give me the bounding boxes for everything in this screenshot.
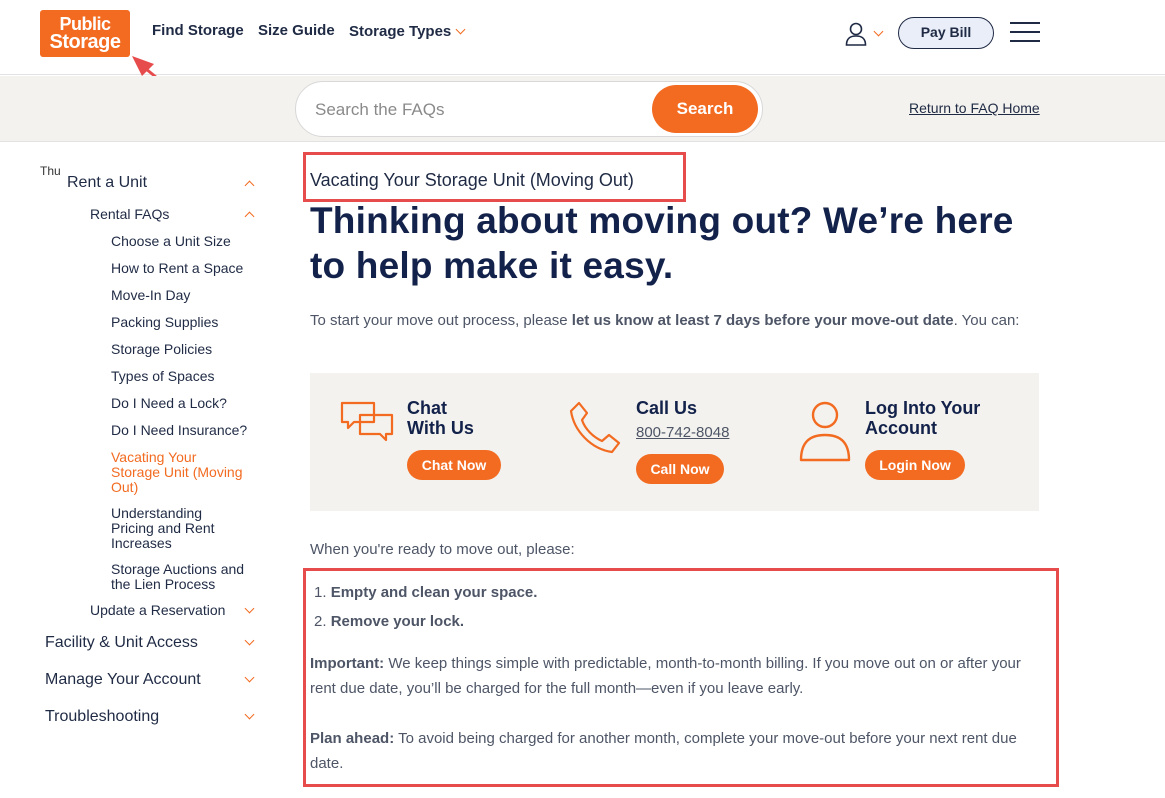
chevron-up-icon[interactable] xyxy=(244,211,255,222)
intro-start: To start your move out process, please xyxy=(310,312,572,329)
sidebar-item-choose-unit-size[interactable]: Choose a Unit Size xyxy=(111,234,231,248)
call-title: Call Us xyxy=(636,398,698,418)
user-profile-icon xyxy=(799,401,851,462)
important-paragraph: Important: We keep things simple with pr… xyxy=(310,651,1050,701)
sidebar-troubleshooting[interactable]: Troubleshooting xyxy=(45,709,159,725)
account-chevron-down-icon[interactable] xyxy=(873,26,884,37)
important-label: Important: xyxy=(310,655,385,672)
step-2: 2. Remove your lock. xyxy=(314,613,464,630)
chevron-up-icon[interactable] xyxy=(244,180,255,191)
logo-line-2: Storage xyxy=(49,31,121,53)
step-1-text: Empty and clean your space. xyxy=(330,584,538,601)
ready-to-move-text: When you're ready to move out, please: xyxy=(310,541,575,558)
sidebar-item-pricing-line: Increases xyxy=(111,535,172,551)
step-2-text: Remove your lock. xyxy=(330,613,465,630)
user-account-icon[interactable] xyxy=(845,22,867,46)
chevron-down-icon[interactable] xyxy=(244,709,255,720)
chevron-down-icon[interactable] xyxy=(244,603,255,614)
intro-end: . You can: xyxy=(953,312,1020,329)
plan-ahead-text: To avoid being charged for another month… xyxy=(310,730,1017,772)
chevron-down-icon[interactable] xyxy=(244,672,255,683)
sidebar-item-vacating-line: Vacating Your xyxy=(111,449,197,465)
chat-bubbles-icon xyxy=(340,401,394,442)
login-now-button[interactable]: Login Now xyxy=(865,450,965,480)
sidebar-rental-faqs[interactable]: Rental FAQs xyxy=(90,207,169,221)
sidebar-item-how-to-rent[interactable]: How to Rent a Space xyxy=(111,261,243,275)
contact-options-panel: Chat With Us Chat Now Call Us 800-742-80… xyxy=(310,373,1039,511)
step-2-number: 2. xyxy=(314,613,327,630)
pay-bill-button[interactable]: Pay Bill xyxy=(898,17,994,49)
sidebar-item-packing-supplies[interactable]: Packing Supplies xyxy=(111,315,218,329)
intro-bold: let us know at least 7 days before your … xyxy=(571,312,954,329)
login-title-line-1: Log Into Your xyxy=(865,398,981,418)
sidebar-item-pricing-line: Pricing and Rent xyxy=(111,520,215,536)
sidebar-item-move-in-day[interactable]: Move-In Day xyxy=(111,288,190,302)
sidebar-update-reservation[interactable]: Update a Reservation xyxy=(90,603,225,617)
important-text: We keep things simple with predictable, … xyxy=(310,655,1021,697)
call-phone-link[interactable]: 800-742-8048 xyxy=(636,424,729,441)
intro-paragraph: To start your move out process, please l… xyxy=(310,308,1040,333)
nav-find-storage[interactable]: Find Storage xyxy=(152,22,244,39)
nav-storage-types[interactable]: Storage Types xyxy=(349,23,466,40)
step-1: 1. Empty and clean your space. xyxy=(314,584,537,601)
sidebar-item-pricing-line: Understanding xyxy=(111,505,203,521)
sidebar-item-auctions-line: Storage Auctions and xyxy=(111,561,245,577)
broken-image-icon: Thu xyxy=(40,164,61,178)
sidebar-item-need-insurance[interactable]: Do I Need Insurance? xyxy=(111,423,247,437)
sidebar-item-types-of-spaces[interactable]: Types of Spaces xyxy=(111,369,215,383)
headline-line-1: Thinking about moving out? We’re here xyxy=(310,200,1014,241)
search-button[interactable]: Search xyxy=(652,85,758,133)
chevron-down-icon[interactable] xyxy=(244,635,255,646)
faq-search-box: Search xyxy=(295,81,763,137)
nav-storage-types-label: Storage Types xyxy=(349,23,452,40)
faq-search-band: Search Return to FAQ Home xyxy=(0,76,1165,142)
sidebar-item-auctions-line: the Lien Process xyxy=(111,576,216,592)
call-now-button[interactable]: Call Now xyxy=(636,454,724,484)
chat-title-line-1: Chat xyxy=(407,398,447,418)
chevron-down-icon xyxy=(455,24,466,35)
step-1-number: 1. xyxy=(314,584,327,601)
return-to-faq-home-link[interactable]: Return to FAQ Home xyxy=(909,100,1040,116)
public-storage-logo[interactable]: Public Storage xyxy=(40,10,130,57)
plan-ahead-label: Plan ahead: xyxy=(310,730,395,747)
sidebar-item-vacating-line: Storage Unit (Moving xyxy=(111,464,243,480)
sidebar-facility-access[interactable]: Facility & Unit Access xyxy=(45,635,198,651)
chat-title-line-2: With Us xyxy=(407,418,474,438)
faq-search-input[interactable] xyxy=(315,96,645,124)
sidebar-item-storage-policies[interactable]: Storage Policies xyxy=(111,342,212,356)
login-title-line-2: Account xyxy=(865,418,937,438)
plan-ahead-paragraph: Plan ahead: To avoid being charged for a… xyxy=(310,726,1050,776)
page-subtitle: Vacating Your Storage Unit (Moving Out) xyxy=(310,170,634,190)
sidebar-rent-a-unit[interactable]: Rent a Unit xyxy=(67,175,147,191)
menu-icon[interactable] xyxy=(1010,22,1040,42)
sidebar-item-need-lock[interactable]: Do I Need a Lock? xyxy=(111,396,227,410)
phone-icon xyxy=(569,401,621,454)
sidebar-item-vacating-line: Out) xyxy=(111,479,139,495)
chat-now-button[interactable]: Chat Now xyxy=(407,450,501,480)
page-headline: Thinking about moving out? We’re here to… xyxy=(310,198,1070,288)
sidebar-manage-account[interactable]: Manage Your Account xyxy=(45,672,201,688)
nav-size-guide[interactable]: Size Guide xyxy=(258,22,335,39)
headline-line-2: to help make it easy. xyxy=(310,245,674,286)
